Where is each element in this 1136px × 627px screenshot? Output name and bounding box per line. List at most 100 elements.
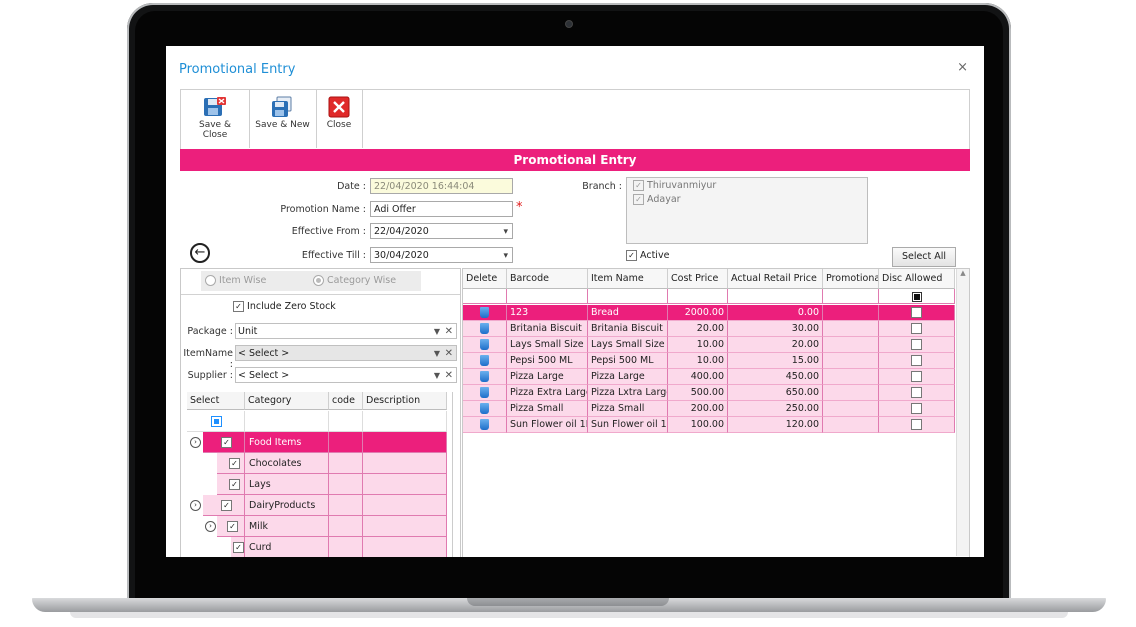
expand-icon[interactable]: › <box>205 521 216 532</box>
active-toggle[interactable]: ✓ Active <box>626 250 669 261</box>
disc-allowed-cell[interactable] <box>879 337 955 353</box>
disc-allowed-cell[interactable] <box>879 305 955 321</box>
clear-icon[interactable]: ✕ <box>445 346 453 362</box>
delete-cell[interactable] <box>463 417 507 433</box>
row-checkbox[interactable]: ✓ <box>227 521 238 532</box>
window-close-button[interactable]: × <box>957 60 968 75</box>
table-row[interactable]: 123 Bread 2000.00 0.00 <box>463 305 955 321</box>
disc-allowed-cell[interactable] <box>879 385 955 401</box>
row-checkbox[interactable]: ✓ <box>233 542 244 553</box>
col-retail-price[interactable]: Actual Retail Price <box>728 269 823 289</box>
trash-icon[interactable] <box>480 339 489 350</box>
expand-icon[interactable]: › <box>190 500 201 511</box>
category-row[interactable]: ✓ Lays <box>187 474 455 495</box>
trash-icon[interactable] <box>480 307 489 318</box>
disc-allowed-checkbox[interactable] <box>911 323 922 334</box>
grid-vertical-scrollbar[interactable]: ▲ <box>956 269 969 556</box>
cost-cell: 10.00 <box>668 337 728 353</box>
row-checkbox[interactable]: ✓ <box>221 437 232 448</box>
delete-cell[interactable] <box>463 385 507 401</box>
trash-icon[interactable] <box>480 323 489 334</box>
col-cost-price[interactable]: Cost Price <box>668 269 728 289</box>
col-promotional[interactable]: Promotiona <box>823 269 879 289</box>
item-wise-radio[interactable]: Item Wise <box>205 275 266 286</box>
disc-allowed-filter[interactable] <box>879 289 955 304</box>
select-all-cell[interactable] <box>187 411 245 432</box>
disc-allowed-checkbox[interactable] <box>911 307 922 318</box>
disc-allowed-checkbox[interactable] <box>911 419 922 430</box>
include-zero-stock-label: Include Zero Stock <box>247 301 336 312</box>
table-row[interactable]: Pepsi 500 ML Pepsi 500 ML 10.00 15.00 <box>463 353 955 369</box>
category-row[interactable]: › ✓ Food Items <box>187 432 455 453</box>
col-select[interactable]: Select <box>187 392 245 410</box>
barcode-filter[interactable] <box>507 289 588 304</box>
scroll-up-icon[interactable]: ▲ <box>957 269 969 277</box>
category-row[interactable]: ✓ Curd <box>187 537 455 557</box>
close-button[interactable]: Close <box>316 90 363 148</box>
clear-icon[interactable]: ✕ <box>445 324 453 340</box>
table-row[interactable]: Pizza Small Pizza Small 200.00 250.00 <box>463 401 955 417</box>
trash-icon[interactable] <box>480 419 489 430</box>
branch-checkbox[interactable]: ✓ <box>633 180 644 191</box>
row-checkbox[interactable]: ✓ <box>221 500 232 511</box>
category-row[interactable]: › ✓ Milk <box>187 516 455 537</box>
disc-allowed-cell[interactable] <box>879 417 955 433</box>
row-checkbox[interactable]: ✓ <box>229 479 240 490</box>
disc-allowed-checkbox[interactable] <box>911 371 922 382</box>
effective-from-picker[interactable]: 22/04/2020 <box>370 223 513 240</box>
table-row[interactable]: Pizza Extra Large Pizza Lxtra Large 500.00… <box>463 385 955 401</box>
trash-icon[interactable] <box>480 371 489 382</box>
trash-icon[interactable] <box>480 387 489 398</box>
branch-checkbox[interactable]: ✓ <box>633 194 644 205</box>
delete-cell[interactable] <box>463 353 507 369</box>
col-category[interactable]: Category <box>245 392 329 410</box>
disc-allowed-cell[interactable] <box>879 321 955 337</box>
col-item-name[interactable]: Item Name <box>588 269 668 289</box>
col-delete[interactable]: Delete <box>463 269 507 289</box>
trash-icon[interactable] <box>480 355 489 366</box>
itemname-label: ItemName : <box>183 348 233 370</box>
disc-allowed-checkbox[interactable] <box>911 339 922 350</box>
delete-cell[interactable] <box>463 305 507 321</box>
disc-allowed-cell[interactable] <box>879 401 955 417</box>
select-all-button[interactable]: Select All <box>892 247 956 267</box>
include-zero-stock-toggle[interactable]: ✓ Include Zero Stock <box>233 301 336 312</box>
expand-icon[interactable]: › <box>190 437 201 448</box>
save-close-button[interactable]: Save & Close <box>181 90 250 148</box>
branch-item[interactable]: ✓ Adayar <box>633 194 681 205</box>
disc-allowed-checkbox[interactable] <box>911 403 922 414</box>
supplier-select[interactable]: < Select > ▼ ✕ <box>235 367 457 383</box>
branch-item[interactable]: ✓ Thiruvanmiyur <box>633 180 716 191</box>
delete-cell[interactable] <box>463 401 507 417</box>
col-disc-allowed[interactable]: Disc Allowed <box>879 269 955 289</box>
disc-allowed-checkbox[interactable] <box>911 387 922 398</box>
effective-till-picker[interactable]: 30/04/2020 <box>370 247 513 264</box>
promotion-name-input[interactable]: Adi Offer <box>370 201 513 217</box>
disc-allowed-checkbox[interactable] <box>911 355 922 366</box>
table-row[interactable]: Britania Biscuit Britania Biscuit 20.00 30.… <box>463 321 955 337</box>
row-checkbox[interactable]: ✓ <box>229 458 240 469</box>
table-row[interactable]: Pizza Large Pizza Large 400.00 450.00 <box>463 369 955 385</box>
category-wise-radio[interactable]: Category Wise <box>313 275 396 286</box>
table-row[interactable]: Lays Small Size Lays Small Size 10.00 20.00 <box>463 337 955 353</box>
delete-cell[interactable] <box>463 337 507 353</box>
disc-allowed-cell[interactable] <box>879 353 955 369</box>
delete-cell[interactable] <box>463 369 507 385</box>
item-filter[interactable] <box>588 289 668 304</box>
col-code[interactable]: code <box>329 392 363 410</box>
save-new-button[interactable]: Save & New <box>249 90 317 148</box>
category-row[interactable]: ✓ Chocolates <box>187 453 455 474</box>
disc-allowed-cell[interactable] <box>879 369 955 385</box>
back-arrow-icon[interactable]: ← <box>190 243 210 263</box>
include-zero-stock-checkbox[interactable]: ✓ <box>233 301 244 312</box>
trash-icon[interactable] <box>480 403 489 414</box>
itemname-select[interactable]: < Select > ▼ ✕ <box>235 345 457 361</box>
col-description[interactable]: Description <box>363 392 447 410</box>
delete-cell[interactable] <box>463 321 507 337</box>
col-barcode[interactable]: Barcode <box>507 269 588 289</box>
category-row[interactable]: › ✓ DairyProducts <box>187 495 455 516</box>
table-row[interactable]: Sun Flower oil 1L Sun Flower oil 1L 100.00… <box>463 417 955 433</box>
clear-icon[interactable]: ✕ <box>445 368 453 384</box>
active-checkbox[interactable]: ✓ <box>626 250 637 261</box>
package-select[interactable]: Unit ▼ ✕ <box>235 323 457 339</box>
